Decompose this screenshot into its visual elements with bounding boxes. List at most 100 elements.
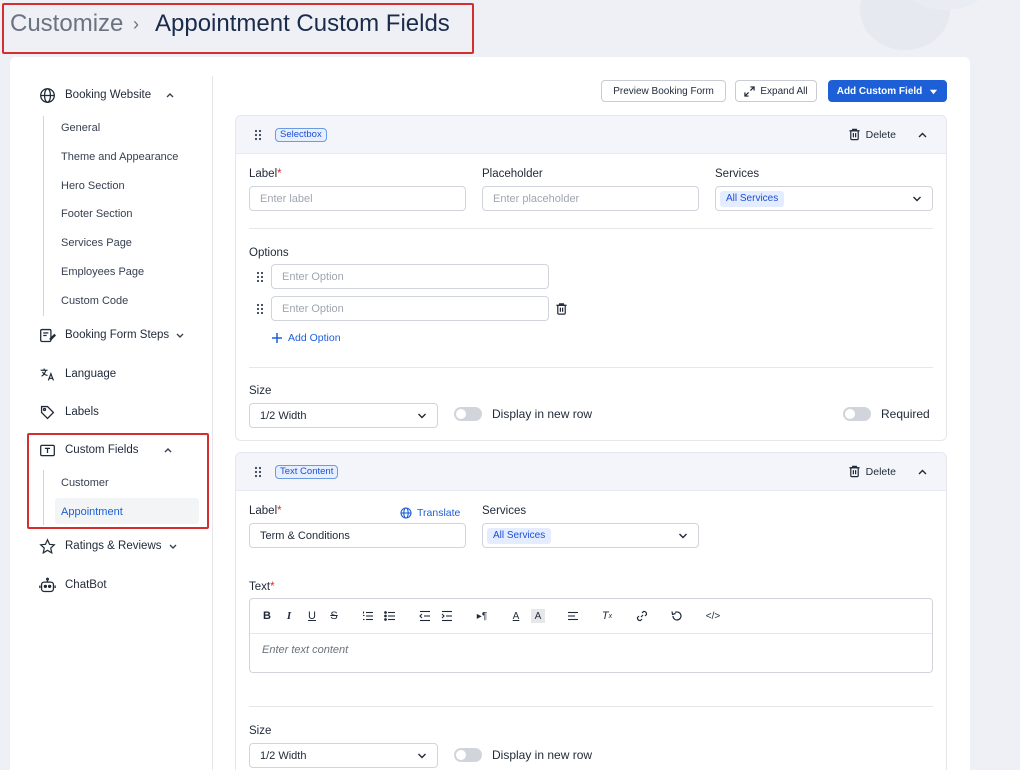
sidebar-item-chatbot[interactable]: ChatBot <box>38 576 107 594</box>
sidebar-sub-services[interactable]: Services Page <box>61 237 132 249</box>
required-label: Required <box>881 407 930 421</box>
link-icon[interactable] <box>635 609 649 623</box>
new-row-toggle[interactable] <box>454 748 482 762</box>
sidebar-sub-custom-code[interactable]: Custom Code <box>61 295 128 307</box>
italic-icon[interactable]: I <box>282 609 296 623</box>
option-input[interactable]: Enter Option <box>271 296 549 321</box>
services-chip: All Services <box>487 527 552 544</box>
breadcrumb-root[interactable]: Customize <box>10 10 123 38</box>
sidebar-item-label: Booking Form Steps <box>65 329 170 341</box>
label-input[interactable]: Term & Conditions <box>249 523 466 548</box>
star-icon <box>38 537 56 555</box>
font-color-icon[interactable]: A <box>509 609 523 623</box>
size-select[interactable]: 1/2 Width <box>249 403 438 428</box>
new-row-label: Display in new row <box>492 407 593 421</box>
sidebar-item-booking-form-steps[interactable]: Booking Form Steps <box>38 326 185 344</box>
form-edit-icon <box>38 326 56 344</box>
sidebar-sub-appointment[interactable]: Appointment <box>61 506 123 518</box>
drag-handle-icon[interactable] <box>256 271 264 283</box>
size-label: Size <box>249 725 272 737</box>
label-field-label: Label* <box>249 168 282 180</box>
label-field-label: Label* <box>249 505 282 517</box>
drag-handle-icon[interactable] <box>256 303 264 315</box>
options-label: Options <box>249 247 289 259</box>
undo-icon[interactable] <box>669 609 683 623</box>
sidebar-sub-general[interactable]: General <box>61 122 100 134</box>
bullet-list-icon[interactable] <box>383 609 397 623</box>
sidebar-item-custom-fields[interactable]: Custom Fields <box>38 441 173 459</box>
sidebar-sub-employees[interactable]: Employees Page <box>61 266 144 278</box>
bold-icon[interactable]: B <box>260 609 274 623</box>
services-select[interactable]: All Services <box>482 523 699 548</box>
size-label: Size <box>249 385 272 397</box>
chevron-down-icon <box>175 330 185 340</box>
strikethrough-icon[interactable]: S <box>327 609 341 623</box>
size-select[interactable]: 1/2 Width <box>249 743 438 768</box>
underline-icon[interactable]: U <box>305 609 319 623</box>
add-option-link[interactable]: Add Option <box>271 332 341 344</box>
sidebar-sub-hero[interactable]: Hero Section <box>61 180 125 192</box>
outdent-icon[interactable] <box>418 609 432 623</box>
new-row-label: Display in new row <box>492 748 593 762</box>
placeholder-input[interactable]: Enter placeholder <box>482 186 699 211</box>
caret-down-icon <box>930 89 938 94</box>
add-custom-field-label: Add Custom Field <box>836 85 923 97</box>
background-color-icon[interactable]: A <box>531 609 545 623</box>
custom-field-text-content: Text Content Delete Label* Translate Ter… <box>235 452 947 770</box>
divider <box>249 228 933 229</box>
delete-label: Delete <box>865 128 896 141</box>
expand-all-button[interactable]: Expand All <box>735 80 817 102</box>
chevron-up-icon <box>163 445 173 455</box>
chevron-down-icon <box>168 541 178 551</box>
field-type-badge: Selectbox <box>275 128 327 142</box>
sidebar-item-label: Custom Fields <box>65 444 139 456</box>
chevron-down-icon <box>418 413 426 419</box>
collapse-chevron-icon[interactable] <box>917 467 928 477</box>
services-field-label: Services <box>715 168 760 180</box>
label-input[interactable]: Enter label <box>249 186 466 211</box>
collapse-chevron-icon[interactable] <box>917 130 928 140</box>
sidebar-item-label: ChatBot <box>65 579 107 591</box>
drag-handle-icon[interactable] <box>254 129 262 141</box>
clear-format-icon[interactable]: Tx <box>600 609 614 623</box>
text-direction-icon[interactable]: ▸¶ <box>475 609 489 623</box>
delete-field-button[interactable]: Delete <box>848 128 896 141</box>
services-select[interactable]: All Services <box>715 186 933 211</box>
preview-booking-form-button[interactable]: Preview Booking Form <box>601 80 726 102</box>
trash-icon <box>849 128 860 141</box>
required-toggle[interactable] <box>843 407 871 421</box>
option-input[interactable]: Enter Option <box>271 264 549 289</box>
globe-icon <box>400 507 412 519</box>
trash-icon[interactable] <box>555 302 568 316</box>
sidebar-item-ratings[interactable]: Ratings & Reviews <box>38 537 178 555</box>
chevron-down-icon <box>418 753 426 759</box>
delete-label: Delete <box>865 465 896 478</box>
chevron-down-icon <box>913 196 921 202</box>
code-view-icon[interactable]: </> <box>703 609 723 623</box>
indent-icon[interactable] <box>440 609 454 623</box>
services-chip: All Services <box>720 190 785 207</box>
translate-link[interactable]: Translate <box>400 507 460 519</box>
plus-icon <box>272 333 282 343</box>
sidebar-sub-theme[interactable]: Theme and Appearance <box>61 151 178 163</box>
text-field-label: Text* <box>249 581 275 593</box>
sidebar-item-label: Booking Website <box>65 89 152 101</box>
drag-handle-icon[interactable] <box>254 466 262 478</box>
add-custom-field-button[interactable]: Add Custom Field <box>828 80 947 102</box>
editor-content[interactable]: Enter text content <box>262 644 348 656</box>
submenu-line <box>43 470 44 525</box>
sidebar-item-booking-website[interactable]: Booking Website <box>38 86 175 104</box>
new-row-toggle[interactable] <box>454 407 482 421</box>
ordered-list-icon[interactable] <box>361 609 375 623</box>
sidebar-sub-footer[interactable]: Footer Section <box>61 208 133 220</box>
chevron-up-icon <box>165 90 175 100</box>
robot-icon <box>38 576 56 594</box>
submenu-line <box>43 116 44 316</box>
delete-field-button[interactable]: Delete <box>848 465 896 478</box>
sidebar-sub-customer[interactable]: Customer <box>61 477 109 489</box>
align-icon[interactable] <box>566 609 580 623</box>
sidebar-item-labels[interactable]: Labels <box>38 403 99 421</box>
sidebar-item-language[interactable]: Language <box>38 365 116 383</box>
page-header: Customize › Appointment Custom Fields <box>0 0 1020 56</box>
placeholder-field-label: Placeholder <box>482 168 543 180</box>
